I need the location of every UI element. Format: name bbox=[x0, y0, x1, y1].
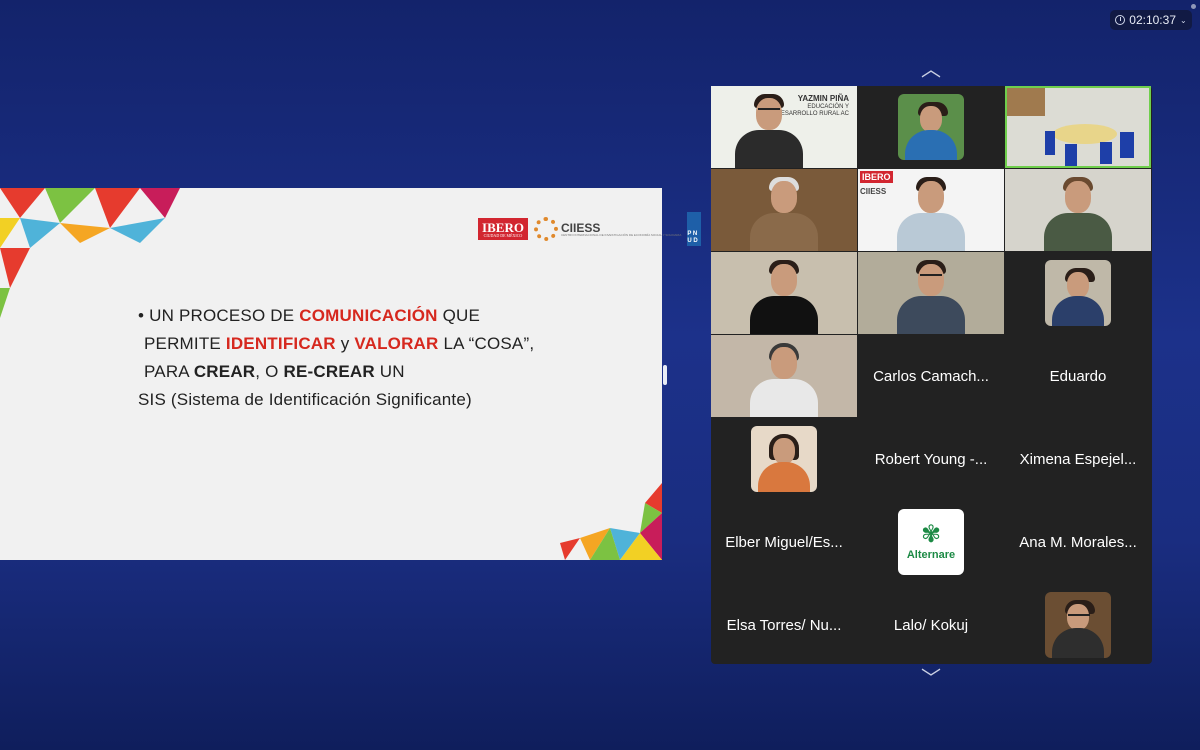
sponsor-logos: IBERO CIUDAD DE MÉXICO CIIESS CENTRO INTE… bbox=[478, 212, 702, 246]
video-tile-avatar-bookshelf[interactable] bbox=[1005, 584, 1151, 666]
participant-tile[interactable]: Ana M. Morales... bbox=[1005, 501, 1151, 583]
participant-video bbox=[1038, 173, 1118, 251]
pnud-logo: P N U D bbox=[687, 212, 702, 246]
ibero-tile-logo: IBERO bbox=[860, 171, 893, 183]
participant-name: Lalo/ Kokuj bbox=[893, 616, 969, 634]
participant-name: Ana M. Morales... bbox=[1019, 533, 1137, 551]
participant-video bbox=[891, 256, 971, 334]
slide-line-2: PERMITE IDENTIFICAR y VALORAR LA “COSA”, bbox=[144, 334, 535, 353]
participant-avatar bbox=[1045, 592, 1111, 658]
ciiess-tile-logo: CIIESS bbox=[860, 187, 887, 196]
slide-body-text: • UN PROCESO DE COMUNICACIÓN QUE PERMITE… bbox=[138, 302, 534, 414]
video-tile-yazmin[interactable]: YAZMIN PIÑA EDUCACIÓN Y DESARROLLO RURAL… bbox=[711, 86, 857, 168]
participant-tile[interactable]: Lalo/ Kokuj bbox=[858, 584, 1004, 666]
participant-video bbox=[729, 90, 809, 168]
participant-name: Ximena Espejel... bbox=[1019, 450, 1137, 468]
participant-video bbox=[744, 339, 824, 417]
participant-tile[interactable]: Robert Young -... bbox=[858, 418, 1004, 500]
leaf-icon: ✾ bbox=[920, 521, 942, 548]
slide-decoration-bottom-right bbox=[560, 483, 662, 560]
participant-tile[interactable]: Ximena Espejel... bbox=[1005, 418, 1151, 500]
ibero-logo: IBERO CIUDAD DE MÉXICO bbox=[478, 218, 528, 240]
video-tile-avatar-man[interactable] bbox=[1005, 252, 1151, 334]
participant-avatar bbox=[898, 94, 964, 160]
slide-line-3: PARA CREAR, O RE-CREAR UN bbox=[144, 362, 405, 381]
participant-avatar bbox=[751, 426, 817, 492]
participant-tile[interactable]: Eduardo bbox=[1005, 335, 1151, 417]
participant-video bbox=[744, 256, 824, 334]
slide-decoration-top-left bbox=[0, 188, 180, 318]
participant-video bbox=[891, 173, 971, 251]
participant-name: Elsa Torres/ Nu... bbox=[726, 616, 842, 634]
ciiess-logo: CIIESS CENTRO INTERNACIONAL DE INVESTIGAC… bbox=[534, 217, 681, 241]
participant-name: Robert Young -... bbox=[874, 450, 988, 468]
video-tile-avatar-girl[interactable] bbox=[711, 418, 857, 500]
participant-name: Eduardo bbox=[1049, 367, 1107, 385]
video-tile-man-glasses[interactable] bbox=[858, 252, 1004, 334]
gallery-next-page-icon[interactable]: ﹀ bbox=[916, 669, 946, 689]
gallery-prev-page-icon[interactable]: ︿ bbox=[916, 60, 946, 80]
timer-value: 02:10:37 bbox=[1129, 13, 1176, 27]
slide-line-4: SIS (Sistema de Identificación Significa… bbox=[138, 390, 472, 409]
participant-tile[interactable]: Elsa Torres/ Nu... bbox=[711, 584, 857, 666]
split-resize-handle[interactable] bbox=[663, 365, 667, 385]
meeting-timer[interactable]: 02:10:37 ⌄ bbox=[1110, 10, 1192, 30]
participant-gallery: YAZMIN PIÑA EDUCACIÓN Y DESARROLLO RURAL… bbox=[711, 86, 1152, 664]
participant-tile[interactable]: Carlos Camach... bbox=[858, 335, 1004, 417]
video-tile-woman-beanie[interactable] bbox=[711, 335, 857, 417]
chevron-down-icon: ⌄ bbox=[1180, 15, 1187, 25]
participant-avatar bbox=[1045, 260, 1111, 326]
meeting-room-video bbox=[1005, 86, 1151, 168]
video-tile-avatar-woman[interactable] bbox=[858, 86, 1004, 168]
video-tile-elder-man[interactable] bbox=[711, 169, 857, 251]
slide-line-1: • UN PROCESO DE COMUNICACIÓN QUE bbox=[138, 306, 481, 325]
video-tile-bearded-man[interactable] bbox=[1005, 169, 1151, 251]
ciiess-ring-icon bbox=[534, 217, 558, 241]
video-tile-man-dark-shirt[interactable] bbox=[711, 252, 857, 334]
video-tile-meeting-room[interactable] bbox=[1005, 86, 1151, 168]
participant-name: Elber Miguel/Es... bbox=[725, 533, 843, 551]
video-tile-alternare[interactable]: ✾ Alternare bbox=[858, 501, 1004, 583]
window-indicator bbox=[1191, 4, 1196, 9]
participant-tile[interactable]: Elber Miguel/Es... bbox=[711, 501, 857, 583]
participant-name: Carlos Camach... bbox=[873, 367, 989, 385]
participant-video bbox=[744, 173, 824, 251]
clock-icon bbox=[1115, 15, 1126, 25]
alternare-logo: ✾ Alternare bbox=[898, 509, 964, 575]
video-tile-ibero-man[interactable]: IBERO CIIESS bbox=[858, 169, 1004, 251]
